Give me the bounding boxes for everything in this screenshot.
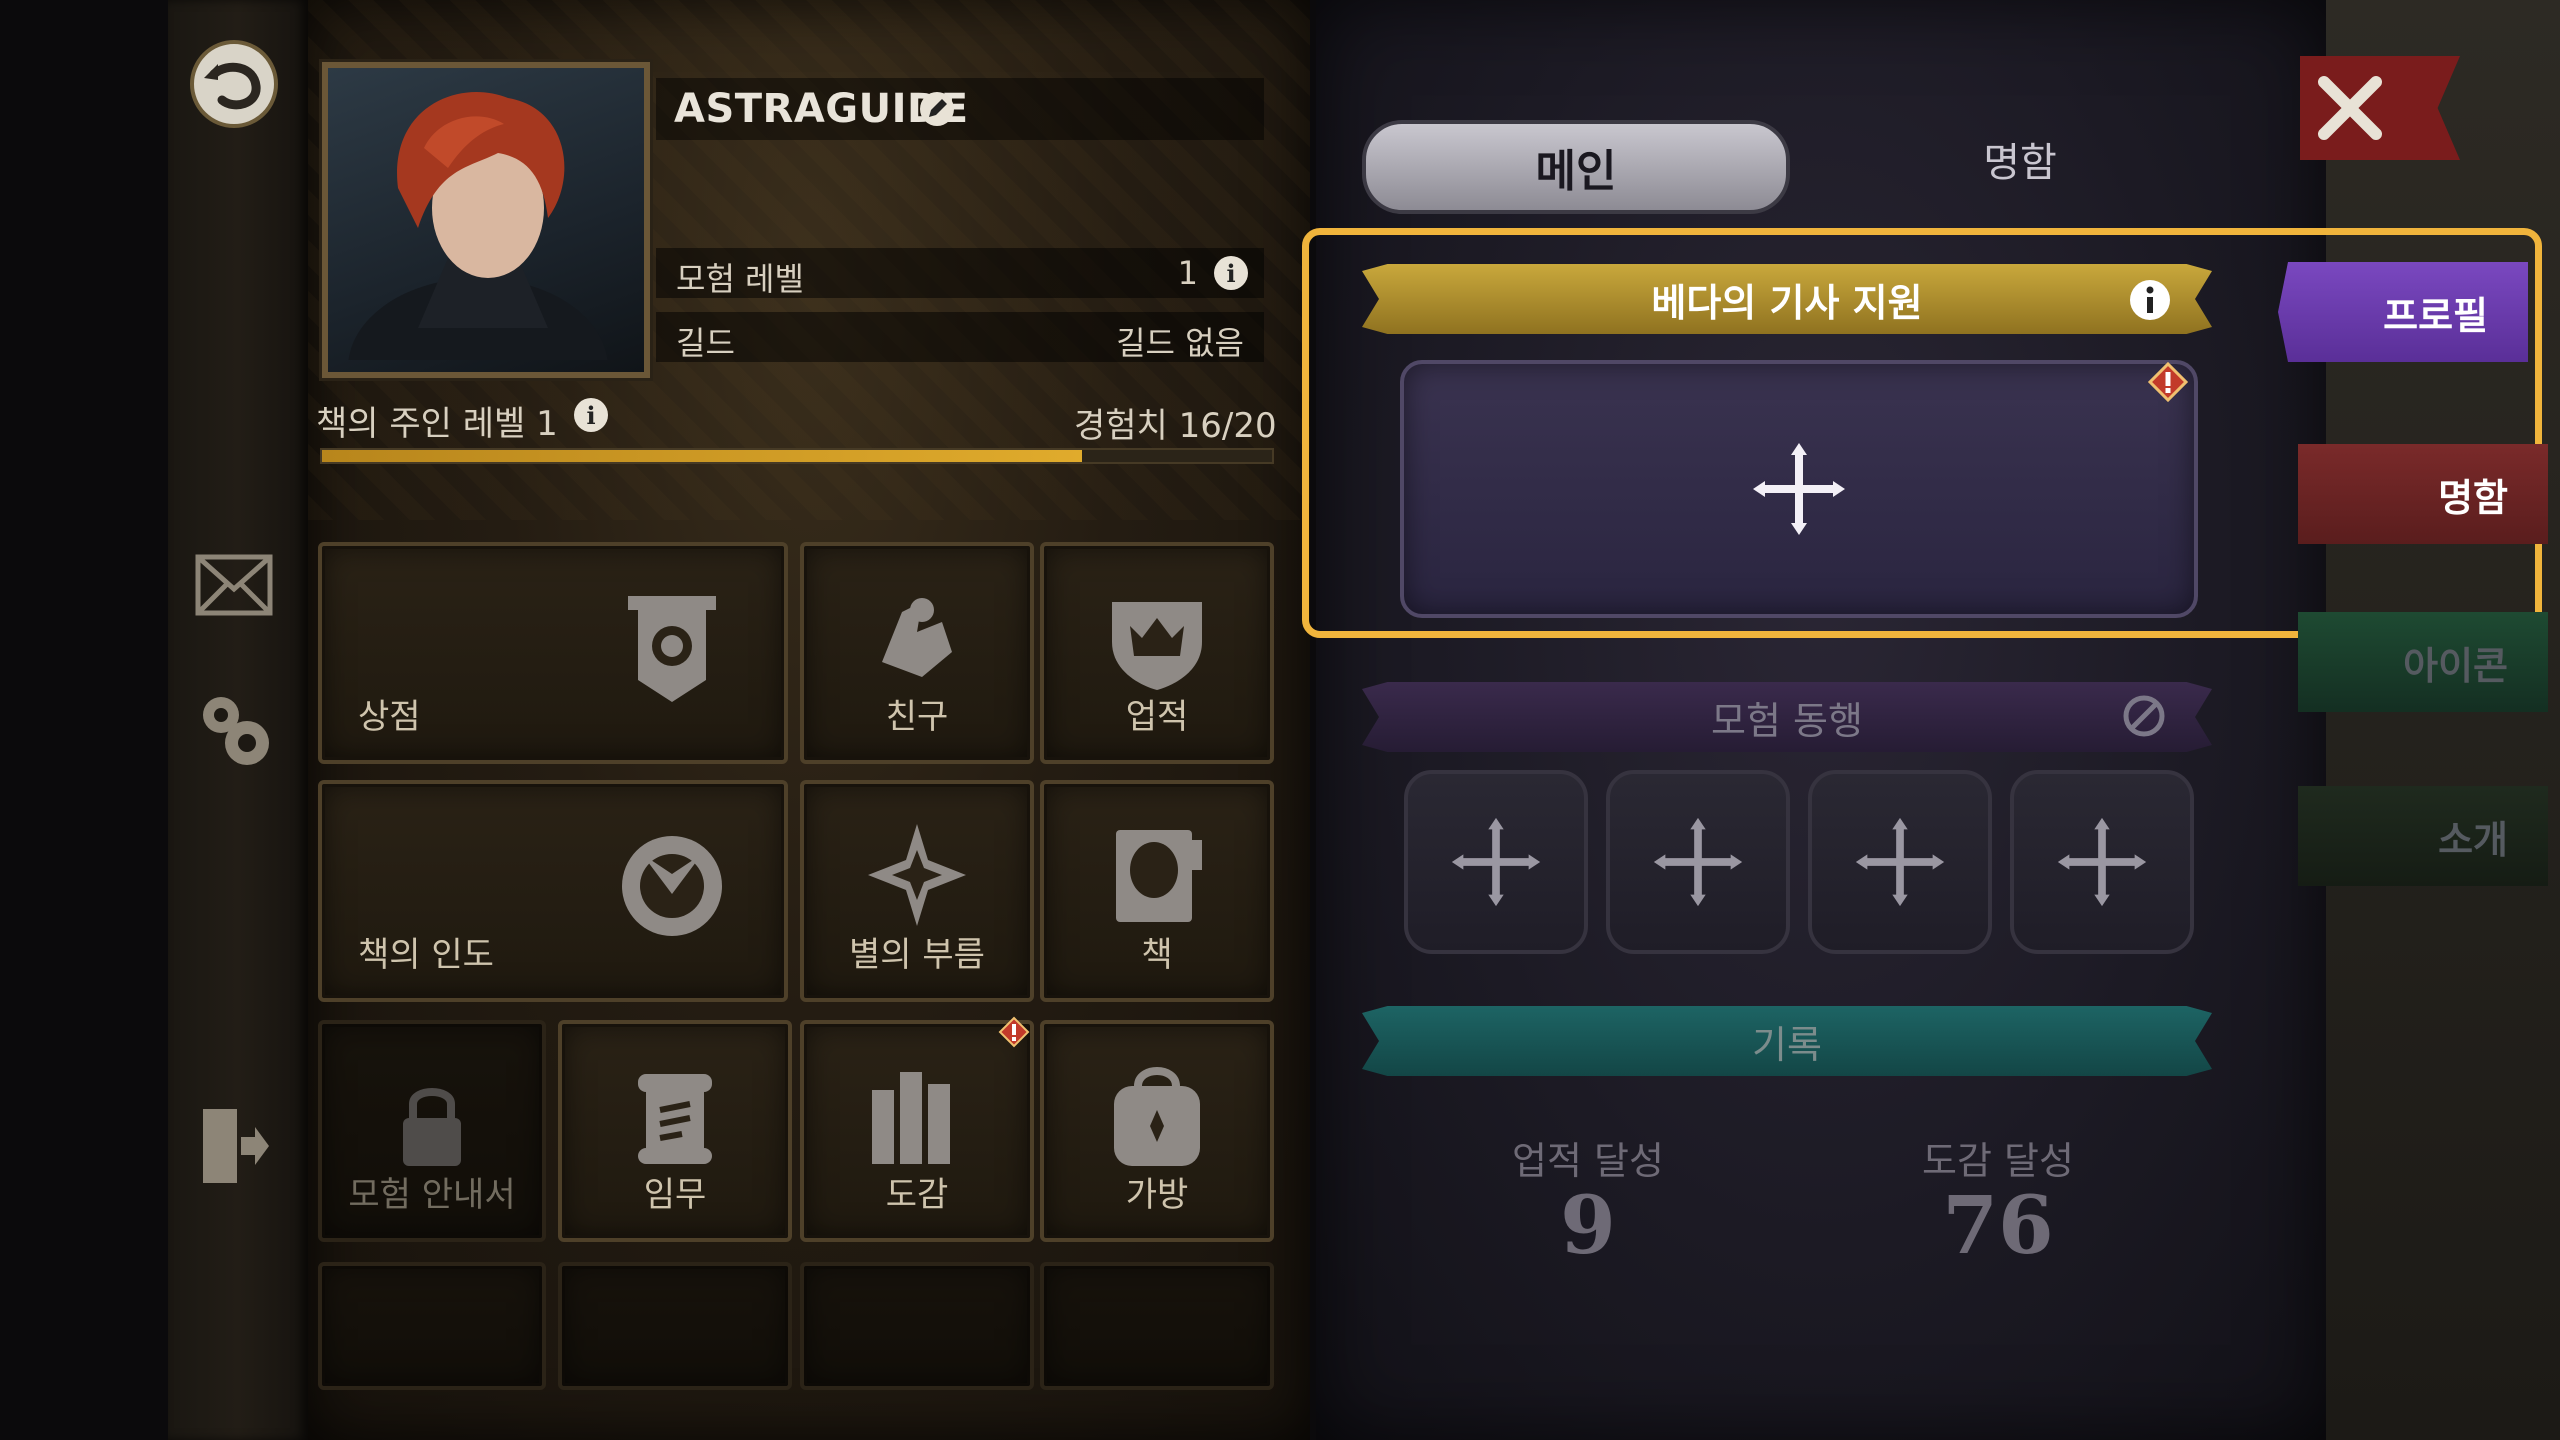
adventure-guide-tile[interactable]: 모험 안내서 — [318, 1020, 546, 1242]
shop-label: 상점 — [358, 697, 421, 737]
adventure-level-value: 1 — [1177, 254, 1198, 292]
gear-icon — [203, 697, 269, 765]
close-button[interactable] — [2312, 70, 2388, 150]
back-arrow-icon — [190, 40, 278, 128]
achievement-record-value: 9 — [1560, 1178, 1616, 1272]
add-cross-icon — [1451, 817, 1541, 907]
star-icon — [868, 824, 966, 926]
book-guide-tile[interactable]: 책의 인도 — [318, 780, 788, 1002]
friends-tile[interactable]: 친구 — [800, 542, 1034, 764]
player-name-bar: ASTRAGUIDE — [656, 78, 1264, 140]
achievements-label: 업적 — [1125, 697, 1189, 737]
info-icon: i — [1214, 256, 1248, 290]
tab-card[interactable]: 명함 — [1900, 130, 2140, 200]
refresh-icon — [2123, 695, 2165, 737]
record-ribbon: 기록 — [1362, 1006, 2212, 1076]
add-cross-icon — [2057, 817, 2147, 907]
book-tile[interactable]: 책 — [1040, 780, 1274, 1002]
book-guide-icon — [622, 836, 722, 936]
record-title: 기록 — [1752, 1022, 1822, 1067]
edit-name-button[interactable] — [918, 90, 956, 138]
bookshelf-icon — [872, 1072, 950, 1164]
exit-button[interactable] — [186, 1098, 282, 1194]
shop-tile[interactable]: 상점 — [318, 542, 788, 764]
exit-door-icon — [203, 1109, 269, 1183]
exp-bar-fill — [322, 450, 1082, 462]
codex-record-value: 76 — [1942, 1178, 2054, 1272]
side-tab-profile-label: 프로필 — [2383, 293, 2488, 338]
guild-value: 길드 없음 — [1116, 324, 1244, 362]
codex-alert-badge — [998, 1016, 1030, 1052]
side-tab-intro-label: 소개 — [2438, 817, 2508, 862]
side-tab-card-label: 명함 — [2438, 475, 2508, 520]
character-portrait — [319, 59, 653, 381]
exp-text: 경험치 16/20 — [1074, 406, 1277, 446]
side-tab-intro[interactable]: 소개 — [2298, 786, 2548, 886]
star-call-label: 별의 부름 — [849, 935, 985, 975]
book-owner-level: 책의 주인 레벨 1 — [316, 404, 558, 444]
add-cross-icon — [1653, 817, 1743, 907]
quest-tile[interactable]: 임무 — [558, 1020, 792, 1242]
lock-icon — [403, 1088, 461, 1166]
side-tab-icon[interactable]: 아이콘 — [2298, 612, 2548, 712]
bag-icon — [1114, 1067, 1200, 1166]
companion-ribbon: 모험 동행 — [1362, 682, 2212, 752]
companion-slot-3[interactable] — [1808, 770, 1992, 954]
alert-diamond-icon — [998, 1016, 1030, 1048]
side-tab-profile[interactable]: 프로필 — [2278, 262, 2528, 362]
edit-pencil-icon — [920, 92, 954, 126]
bag-tile[interactable]: 가방 — [1040, 1020, 1274, 1242]
star-call-tile[interactable]: 별의 부름 — [800, 780, 1034, 1002]
locked-tile — [318, 1262, 546, 1390]
bag-label: 가방 — [1125, 1175, 1189, 1215]
adventure-level-label: 모험 레벨 — [676, 260, 804, 298]
guild-label: 길드 — [676, 324, 735, 362]
book-guide-label: 책의 인도 — [358, 935, 494, 975]
book-label: 책 — [1141, 935, 1173, 975]
adventure-level-row: 모험 레벨 1 i — [656, 248, 1264, 298]
companion-slot-4[interactable] — [2010, 770, 2194, 954]
locked-tile — [800, 1262, 1034, 1390]
codex-record-label: 도감 달성 — [1922, 1139, 2074, 1183]
adventure-level-info-button[interactable]: i — [1214, 256, 1248, 290]
shop-icon — [628, 596, 716, 702]
tab-main[interactable]: 메인 — [1362, 120, 1790, 214]
info-icon: i — [574, 398, 608, 432]
book-owner-info-button[interactable]: i — [574, 398, 608, 432]
companion-title: 모험 동행 — [1711, 698, 1863, 743]
achievement-record-label: 업적 달성 — [1512, 1139, 1664, 1183]
avatar — [348, 92, 608, 372]
locked-tile — [1040, 1262, 1274, 1390]
adventure-guide-label: 모험 안내서 — [348, 1175, 516, 1215]
close-icon — [2318, 76, 2382, 140]
background-papers — [2290, 0, 2560, 1440]
friends-label: 친구 — [885, 697, 949, 737]
exp-bar — [320, 448, 1274, 464]
mail-icon — [195, 554, 273, 616]
side-tab-card[interactable]: 명함 — [2298, 444, 2548, 544]
codex-tile[interactable]: 도감 — [800, 1020, 1034, 1242]
guild-row: 길드 길드 없음 — [656, 312, 1264, 362]
back-button[interactable] — [186, 36, 282, 132]
book-icon — [1116, 830, 1202, 922]
codex-label: 도감 — [885, 1175, 949, 1215]
tab-main-label: 메인 — [1535, 146, 1617, 197]
quest-label: 임무 — [643, 1175, 707, 1215]
companion-slot-2[interactable] — [1606, 770, 1790, 954]
locked-tile — [558, 1262, 792, 1390]
tab-card-label: 명함 — [1983, 140, 2057, 186]
crown-shield-icon — [1112, 602, 1202, 690]
side-tab-icon-label: 아이콘 — [2403, 643, 2508, 688]
mail-button[interactable] — [186, 538, 282, 634]
scroll-icon — [638, 1074, 712, 1164]
achievements-tile[interactable]: 업적 — [1040, 542, 1274, 764]
companion-settings-button[interactable] — [2120, 692, 2168, 744]
friends-icon — [882, 598, 952, 677]
companion-slot-1[interactable] — [1404, 770, 1588, 954]
settings-button[interactable] — [186, 680, 282, 776]
add-cross-icon — [1855, 817, 1945, 907]
